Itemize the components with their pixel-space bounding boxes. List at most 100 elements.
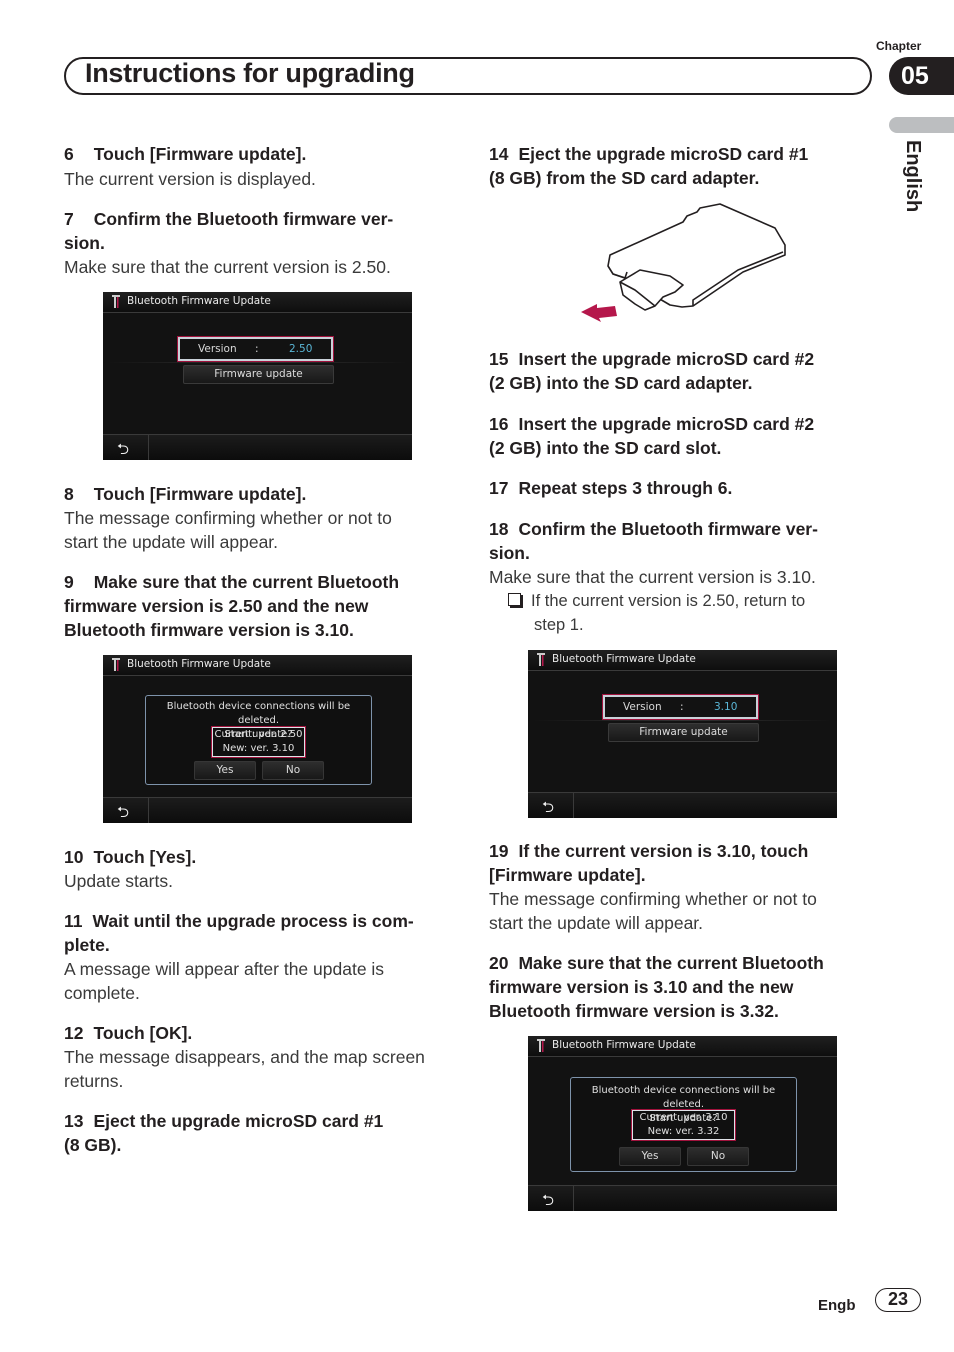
language-tab-label: English xyxy=(898,140,924,230)
step-7-heading: 7 Confirm the Bluetooth firmware ver- sio… xyxy=(64,207,393,255)
firmware-screen-version-3-10: Bluetooth Firmware Update Version : 3.10… xyxy=(528,650,837,818)
firmware-update-button[interactable]: Firmware update xyxy=(608,723,759,742)
step-title: Touch [Yes]. xyxy=(93,847,197,867)
no-button[interactable]: No xyxy=(687,1147,749,1166)
yes-button[interactable]: Yes xyxy=(619,1147,681,1166)
step-6-body: The current version is displayed. xyxy=(64,169,316,189)
body-line: A message will appear after the update i… xyxy=(64,959,385,979)
step-title: Make sure that the current Bluetooth xyxy=(518,953,824,973)
chapter-label: Chapter xyxy=(876,39,922,53)
step-title-cont: (8 GB) from the SD card adapter. xyxy=(489,168,760,188)
yes-button[interactable]: Yes xyxy=(194,761,256,780)
eject-arrow-icon xyxy=(581,304,617,322)
tool-icon xyxy=(112,295,120,308)
step-17-heading: 17 Repeat steps 3 through 6. xyxy=(489,476,732,500)
version-highlight: Current: ver. 3.10 New: ver. 3.32 xyxy=(631,1109,736,1141)
screen-header: Bluetooth Firmware Update xyxy=(528,1036,837,1057)
screen-title: Bluetooth Firmware Update xyxy=(127,658,271,670)
current-version: Current: ver. 2.50 xyxy=(214,729,303,740)
note-line: If the current version is 2.50, return t… xyxy=(531,592,806,610)
screen-header: Bluetooth Firmware Update xyxy=(103,292,412,313)
step-number: 12 xyxy=(64,1023,84,1043)
version-value: 2.50 xyxy=(289,343,313,355)
note-line: step 1. xyxy=(534,616,584,634)
step-10-heading: 10 Touch [Yes]. xyxy=(64,845,196,869)
chapter-number-tab: 05 xyxy=(889,57,954,95)
step-18-note: If the current version is 2.50, return t… xyxy=(508,589,805,637)
step-10-body: Update starts. xyxy=(64,871,173,891)
step-8-body: The message confirming whether or not to… xyxy=(64,506,392,554)
step-title-cont: (2 GB) into the SD card adapter. xyxy=(489,373,753,393)
back-arrow-icon[interactable]: ⮌ xyxy=(117,802,129,823)
step-title-cont: plete. xyxy=(64,935,110,955)
firmware-screen-confirm-3-32: Bluetooth Firmware Update Bluetooth devi… xyxy=(528,1036,837,1211)
step-number: 11 xyxy=(64,911,83,931)
step-title-cont: firmware version is 3.10 and the new xyxy=(489,977,794,997)
step-number: 19 xyxy=(489,841,509,861)
step-18-heading: 18 Confirm the Bluetooth firmware ver- si… xyxy=(489,517,818,565)
confirm-dialog: Bluetooth device connections will be del… xyxy=(145,695,372,785)
step-title-cont: Bluetooth firmware version is 3.10. xyxy=(64,620,354,640)
footer-separator xyxy=(148,798,149,823)
body-line: The message confirming whether or not to xyxy=(64,508,392,528)
sd-card-eject-illustration xyxy=(581,203,786,322)
footer-language-code: Engb xyxy=(818,1297,856,1314)
step-title-cont: [Firmware update]. xyxy=(489,865,646,885)
step-9-heading: 9 Make sure that the current Bluetooth fi… xyxy=(64,570,399,642)
no-button[interactable]: No xyxy=(262,761,324,780)
screen-footer: ⮌ xyxy=(528,1185,837,1211)
footer-separator xyxy=(573,1186,574,1211)
step-number: 14 xyxy=(489,144,509,164)
body-line: start the update will appear. xyxy=(489,913,704,933)
step-number: 16 xyxy=(489,414,509,434)
step-number: 7 xyxy=(64,209,74,229)
current-version: Current: ver. 3.10 xyxy=(639,1112,728,1123)
step-12-body: The message disappears, and the map scre… xyxy=(64,1045,425,1093)
divider xyxy=(103,362,412,363)
step-19-body: The message confirming whether or not to… xyxy=(489,887,817,935)
screen-title: Bluetooth Firmware Update xyxy=(127,295,271,307)
screen-footer: ⮌ xyxy=(528,792,837,818)
step-11-body: A message will appear after the update i… xyxy=(64,957,384,1005)
body-line: start the update will appear. xyxy=(64,532,279,552)
version-colon: : xyxy=(680,701,684,713)
firmware-screen-confirm-3-10: Bluetooth Firmware Update Bluetooth devi… xyxy=(103,655,412,823)
screen-header: Bluetooth Firmware Update xyxy=(103,655,412,676)
step-title: Eject the upgrade microSD card #1 xyxy=(518,144,809,164)
step-title: Insert the upgrade microSD card #2 xyxy=(518,349,815,369)
confirm-dialog: Bluetooth device connections will be del… xyxy=(570,1077,797,1172)
step-title: Touch [OK]. xyxy=(93,1023,193,1043)
body-line: complete. xyxy=(64,983,140,1003)
step-19-heading: 19 If the current version is 3.10, touch … xyxy=(489,839,808,887)
body-line: The message confirming whether or not to xyxy=(489,889,817,909)
screen-footer: ⮌ xyxy=(103,434,412,460)
step-13-heading: 13 Eject the upgrade microSD card #1 (8 G… xyxy=(64,1109,383,1157)
back-arrow-icon[interactable]: ⮌ xyxy=(117,439,129,460)
firmware-update-button[interactable]: Firmware update xyxy=(183,365,334,384)
footer-separator xyxy=(148,435,149,460)
step-14-heading: 14 Eject the upgrade microSD card #1 (8 G… xyxy=(489,142,808,190)
step-title: Confirm the Bluetooth firmware ver- xyxy=(93,209,394,229)
back-arrow-icon[interactable]: ⮌ xyxy=(542,1190,554,1211)
step-title: Repeat steps 3 through 6. xyxy=(518,478,733,498)
step-title-cont: (2 GB) into the SD card slot. xyxy=(489,438,722,458)
step-title-cont: Bluetooth firmware version is 3.32. xyxy=(489,1001,779,1021)
version-colon: : xyxy=(255,343,259,355)
step-title-cont: sion. xyxy=(489,543,530,563)
step-title: Eject the upgrade microSD card #1 xyxy=(93,1111,384,1131)
version-label: Version xyxy=(198,343,237,355)
screen-title: Bluetooth Firmware Update xyxy=(552,653,696,665)
tool-icon xyxy=(537,653,545,666)
step-number: 17 xyxy=(489,478,509,498)
back-arrow-icon[interactable]: ⮌ xyxy=(542,797,554,818)
tool-icon xyxy=(112,658,120,671)
step-number: 6 xyxy=(64,144,74,164)
step-12-heading: 12 Touch [OK]. xyxy=(64,1021,192,1045)
step-title: Confirm the Bluetooth firmware ver- xyxy=(518,519,818,539)
screen-title: Bluetooth Firmware Update xyxy=(552,1039,696,1051)
tool-icon xyxy=(537,1039,545,1052)
divider xyxy=(528,720,837,721)
version-row: Version : 3.10 xyxy=(602,694,759,720)
new-version: New: ver. 3.32 xyxy=(647,1125,720,1137)
page-number: 23 xyxy=(875,1288,921,1312)
